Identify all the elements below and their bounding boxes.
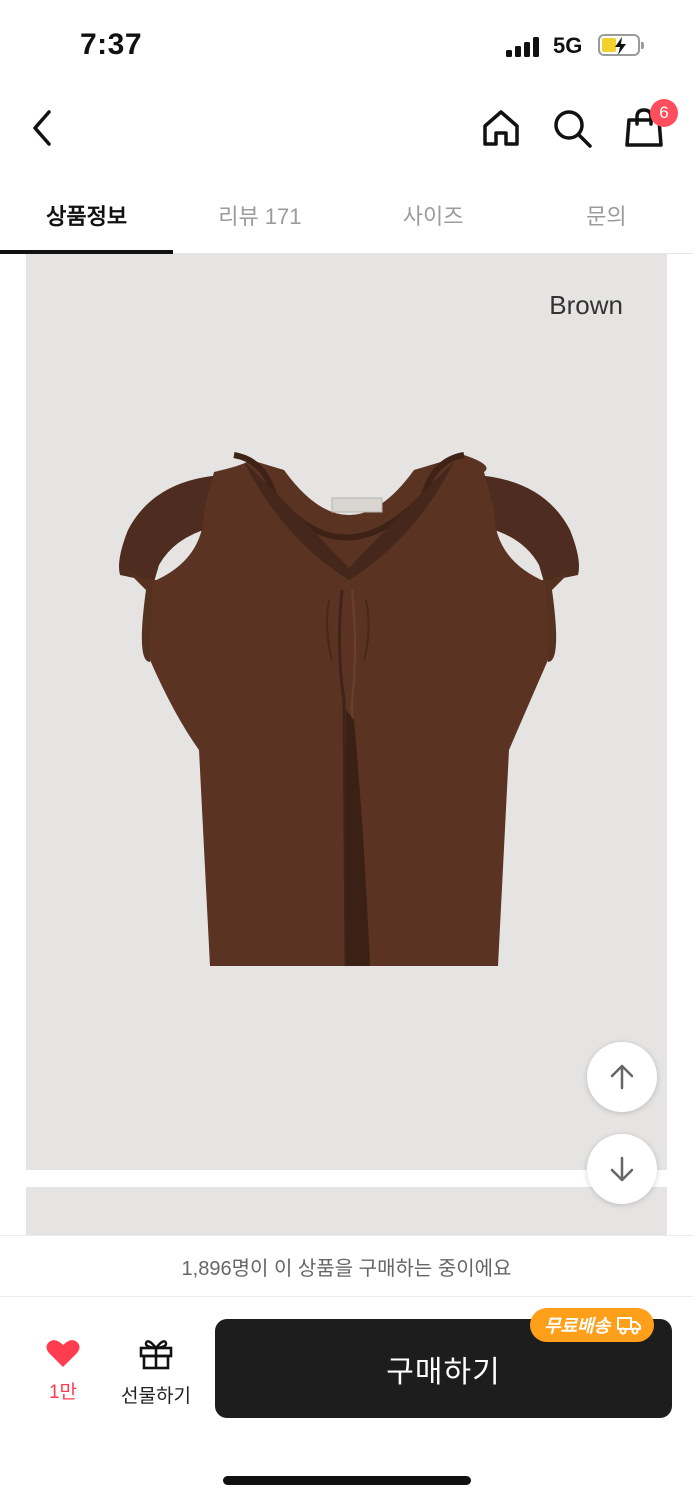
search-icon (554, 110, 592, 148)
home-button[interactable] (477, 104, 525, 152)
arrow-up-icon (610, 1064, 634, 1090)
gift-icon (139, 1340, 173, 1370)
arrow-down-icon (610, 1156, 634, 1182)
battery-icon (598, 34, 644, 56)
color-label: Brown (549, 290, 623, 320)
scroll-up-button[interactable] (587, 1042, 657, 1112)
back-button[interactable] (18, 104, 66, 152)
like-button[interactable]: 1만 (30, 1338, 96, 1404)
tab-product-info[interactable]: 상품정보 (0, 176, 174, 254)
tab-reviews[interactable]: 리뷰 171 (173, 176, 346, 253)
tab-size[interactable]: 사이즈 (347, 176, 520, 253)
home-indicator (223, 1476, 471, 1485)
network-type: 5G (553, 33, 583, 58)
status-bar: 7:37 5G (0, 0, 693, 90)
gift-label: 선물하기 (121, 1386, 191, 1407)
search-button[interactable] (548, 104, 596, 152)
truck-icon (617, 1317, 642, 1335)
tab-inquiry[interactable]: 문의 (520, 176, 693, 253)
top-nav (0, 90, 693, 170)
signal-icon (506, 37, 542, 57)
brown-shirt-image (118, 452, 580, 967)
chevron-left-icon (33, 110, 51, 146)
heart-icon (46, 1340, 80, 1367)
cart-count-badge: 6 (650, 99, 678, 127)
home-icon (483, 110, 519, 146)
scroll-down-button[interactable] (587, 1134, 657, 1204)
gift-button[interactable]: 선물하기 (116, 1336, 196, 1408)
like-count: 1만 (48, 1382, 78, 1403)
product-image-panel-next (26, 1187, 667, 1237)
free-shipping-label: 무료배송 (544, 1316, 611, 1336)
product-tabs: 상품정보 리뷰 171 사이즈 문의 (0, 176, 693, 254)
status-time: 7:37 (80, 28, 143, 61)
free-shipping-badge: 무료배송 (530, 1308, 655, 1342)
purchase-notice: 1,896명이 이 상품을 구매하는 중이에요 (0, 1235, 693, 1297)
